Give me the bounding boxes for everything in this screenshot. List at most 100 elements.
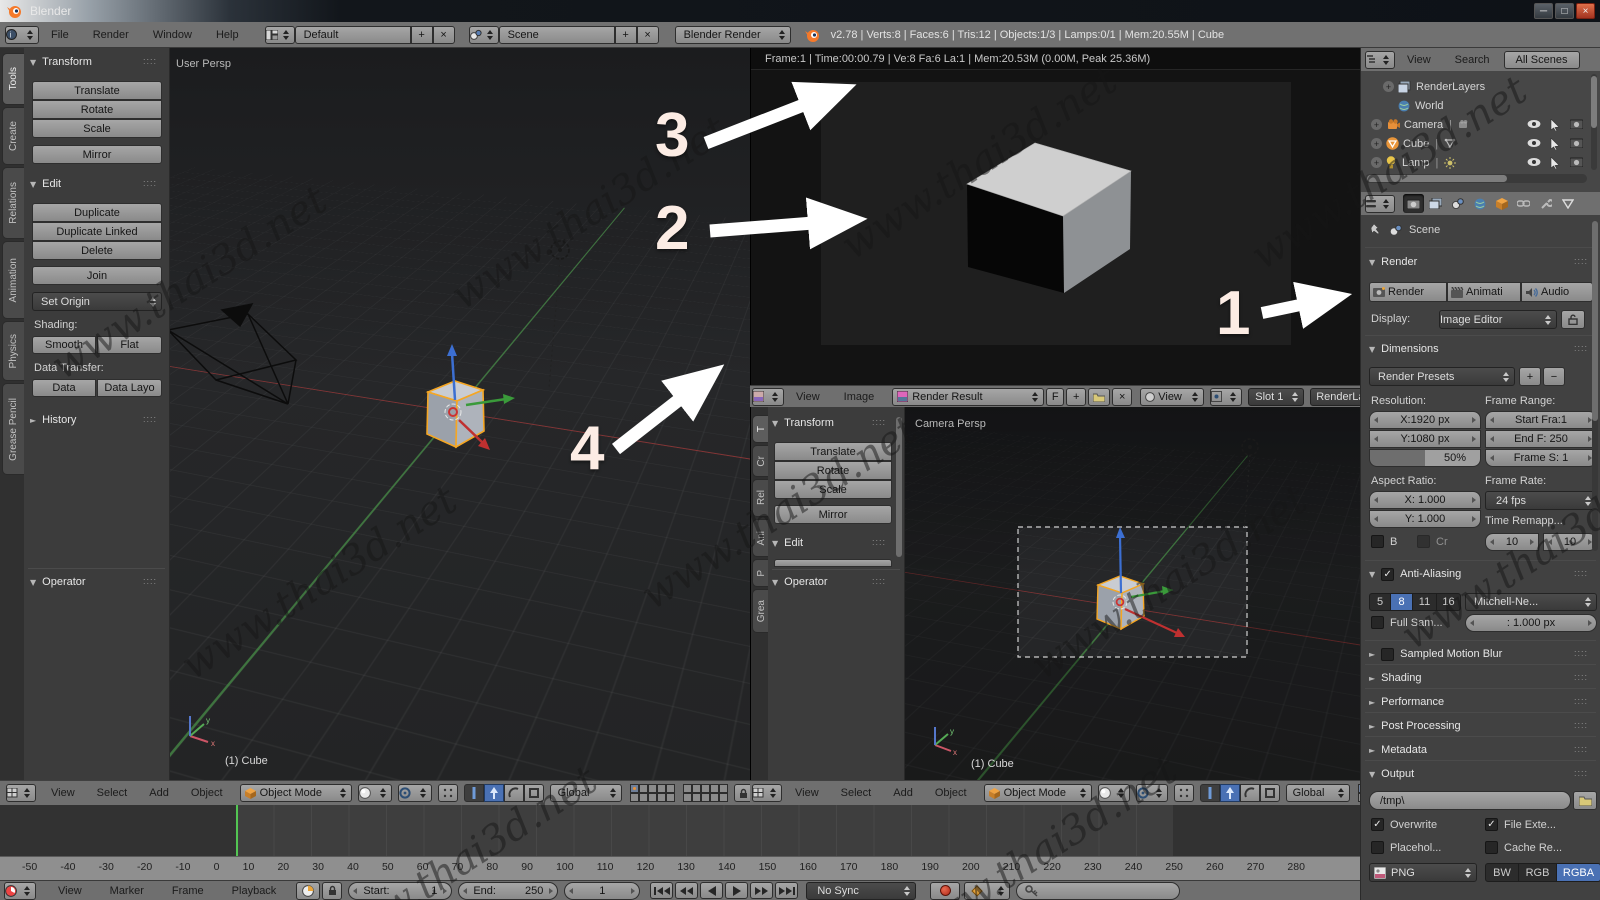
tab-create[interactable]: Create [2, 107, 24, 165]
outliner-row-world[interactable]: World [1361, 96, 1587, 115]
filter-size-field[interactable]: : 1.000 px [1465, 614, 1597, 632]
object-tab[interactable] [1491, 194, 1512, 213]
set-origin-dropdown[interactable]: Set Origin [32, 292, 162, 311]
auto-keyframe-button[interactable] [930, 882, 960, 900]
file-ext-row[interactable]: ✓File Exte... [1485, 818, 1556, 831]
remap-new-field[interactable]: 10 [1543, 533, 1597, 551]
cache-row[interactable]: Cache Re... [1485, 841, 1562, 854]
modifiers-tab[interactable] [1535, 194, 1556, 213]
object-data-tab[interactable] [1557, 194, 1578, 213]
pivot-align-toggle[interactable] [438, 784, 458, 802]
layers-grid[interactable] [630, 784, 675, 802]
render-layer-selector[interactable]: RenderLayer [1310, 388, 1360, 406]
translate-manipulator-toggle[interactable] [484, 784, 504, 802]
join-button[interactable]: Join [32, 266, 162, 285]
tab-animation[interactable]: Animation [2, 241, 24, 319]
menu-item[interactable]: Playback [218, 885, 291, 897]
menu-item[interactable]: View [784, 787, 830, 799]
placeholders-row[interactable]: Placehol... [1371, 841, 1441, 854]
lock-range-toggle[interactable] [322, 882, 342, 900]
timeline-ruler[interactable]: -50-40-30-20-100102030405060708090100110… [0, 856, 1360, 880]
color-mode-bw[interactable]: BW [1485, 863, 1519, 882]
outliner-editor-type-button[interactable] [1365, 51, 1395, 69]
pin-icon[interactable] [1369, 223, 1381, 236]
aa-samples-16[interactable]: 16 [1437, 593, 1461, 611]
fake-user-button[interactable]: F [1046, 388, 1064, 406]
selectable-cursor-icon[interactable] [1550, 138, 1561, 150]
camera-viewport[interactable]: x y Camera Persp (1) Cube [905, 407, 1360, 780]
play-rendered-anim-button[interactable]: Audio [1521, 282, 1593, 302]
rotate-manipulator-toggle[interactable] [1240, 784, 1260, 802]
menu-item[interactable]: Object [924, 787, 978, 799]
scale-button[interactable]: Scale [32, 119, 162, 138]
timeline-editor-type-button[interactable] [4, 882, 36, 900]
frame-end-field[interactable]: End:250 [458, 882, 558, 900]
manipulator-toggle[interactable] [464, 784, 484, 802]
translate-button[interactable]: Translate [774, 442, 892, 461]
resolution-percent-slider[interactable]: 50% [1369, 449, 1481, 467]
color-mode-rgb[interactable]: RGB [1519, 863, 1557, 882]
full-sample-checkbox[interactable] [1371, 616, 1384, 629]
renderable-camera-icon[interactable] [1570, 138, 1583, 148]
frame-end-field[interactable]: End F: 250 [1485, 430, 1597, 448]
translate-manipulator-toggle[interactable] [1220, 784, 1240, 802]
overwrite-checkbox[interactable]: ✓ [1371, 818, 1384, 831]
overwrite-row[interactable]: ✓Overwrite [1371, 818, 1437, 831]
frame-start-field[interactable]: Start Fra:1 [1485, 411, 1597, 429]
minimize-button[interactable]: ─ [1534, 3, 1553, 19]
duplicate-button[interactable]: Duplicate [32, 203, 162, 222]
aa-samples-5[interactable]: 5 [1369, 593, 1391, 611]
tab-cr[interactable]: Cr [752, 445, 769, 477]
remap-old-field[interactable]: 10 [1485, 533, 1539, 551]
rotate-manipulator-toggle[interactable] [504, 784, 524, 802]
jump-prev-keyframe-button[interactable] [675, 882, 698, 899]
menu-item[interactable]: Window [141, 29, 204, 41]
properties-scrollbar[interactable] [1592, 221, 1598, 551]
renderable-camera-icon[interactable] [1570, 119, 1583, 129]
delete-scene-button[interactable]: × [637, 26, 659, 44]
scene-name[interactable]: Scene [499, 26, 615, 44]
unlink-image-button[interactable]: × [1112, 388, 1132, 406]
expand-icon[interactable]: + [1383, 81, 1394, 92]
render-presets-selector[interactable]: Render Presets [1369, 367, 1515, 386]
lock-interface-button[interactable] [1561, 310, 1585, 329]
menu-item[interactable]: Object [180, 787, 234, 799]
tab-p[interactable]: P [752, 559, 769, 587]
tab-physics[interactable]: Physics [2, 321, 24, 381]
visibility-eye-icon[interactable] [1527, 157, 1541, 167]
render-animation-button[interactable]: Animati [1447, 282, 1521, 302]
menu-item[interactable]: Help [204, 29, 251, 41]
menu-item[interactable]: View [44, 885, 96, 897]
aa-samples-11[interactable]: 11 [1413, 593, 1437, 611]
scale-manipulator-toggle[interactable] [524, 784, 544, 802]
menu-item[interactable]: Frame [158, 885, 218, 897]
expand-icon[interactable]: + [1371, 119, 1382, 130]
tab-tools[interactable]: Tools [2, 53, 24, 105]
display-filter-selector[interactable]: All Scenes [1504, 51, 1580, 69]
image-editor-type-button[interactable] [752, 388, 784, 406]
border-checkbox[interactable] [1371, 535, 1384, 548]
shading-selector[interactable] [358, 784, 392, 802]
tab-relations[interactable]: Relations [2, 167, 24, 239]
playback-range-toggle[interactable] [296, 882, 320, 900]
screen-layout-icon-button[interactable] [265, 26, 295, 44]
placeholders-checkbox[interactable] [1371, 841, 1384, 854]
render-result-editor[interactable]: Frame:1 | Time:00:00.79 | Ve:8 Fa:6 La:1… [750, 48, 1360, 385]
outliner-row-lamp[interactable]: + Lamp | [1361, 153, 1587, 172]
menu-item[interactable]: Add [882, 787, 924, 799]
menu-item[interactable]: Marker [96, 885, 158, 897]
resolution-x-field[interactable]: X:1920 px [1369, 411, 1481, 429]
image-view-mode[interactable]: View [1140, 388, 1204, 406]
frame-step-field[interactable]: Frame S: 1 [1485, 449, 1597, 467]
screen-layout-name[interactable]: Default [295, 26, 411, 44]
image-datablock-field[interactable]: Render Result [892, 388, 1044, 406]
pivot-align-toggle[interactable] [1174, 784, 1194, 802]
mode-selector[interactable]: Object Mode [984, 784, 1092, 802]
aa-filter-selector[interactable]: Mitchell-Ne... [1465, 593, 1597, 611]
new-image-button[interactable]: + [1066, 388, 1086, 406]
editor-type-selector[interactable]: i [5, 26, 39, 44]
render-engine-selector[interactable]: Blender Render [675, 26, 791, 44]
close-button[interactable]: × [1576, 3, 1595, 19]
render-tab[interactable] [1403, 194, 1424, 213]
selectable-cursor-icon[interactable] [1550, 119, 1561, 131]
